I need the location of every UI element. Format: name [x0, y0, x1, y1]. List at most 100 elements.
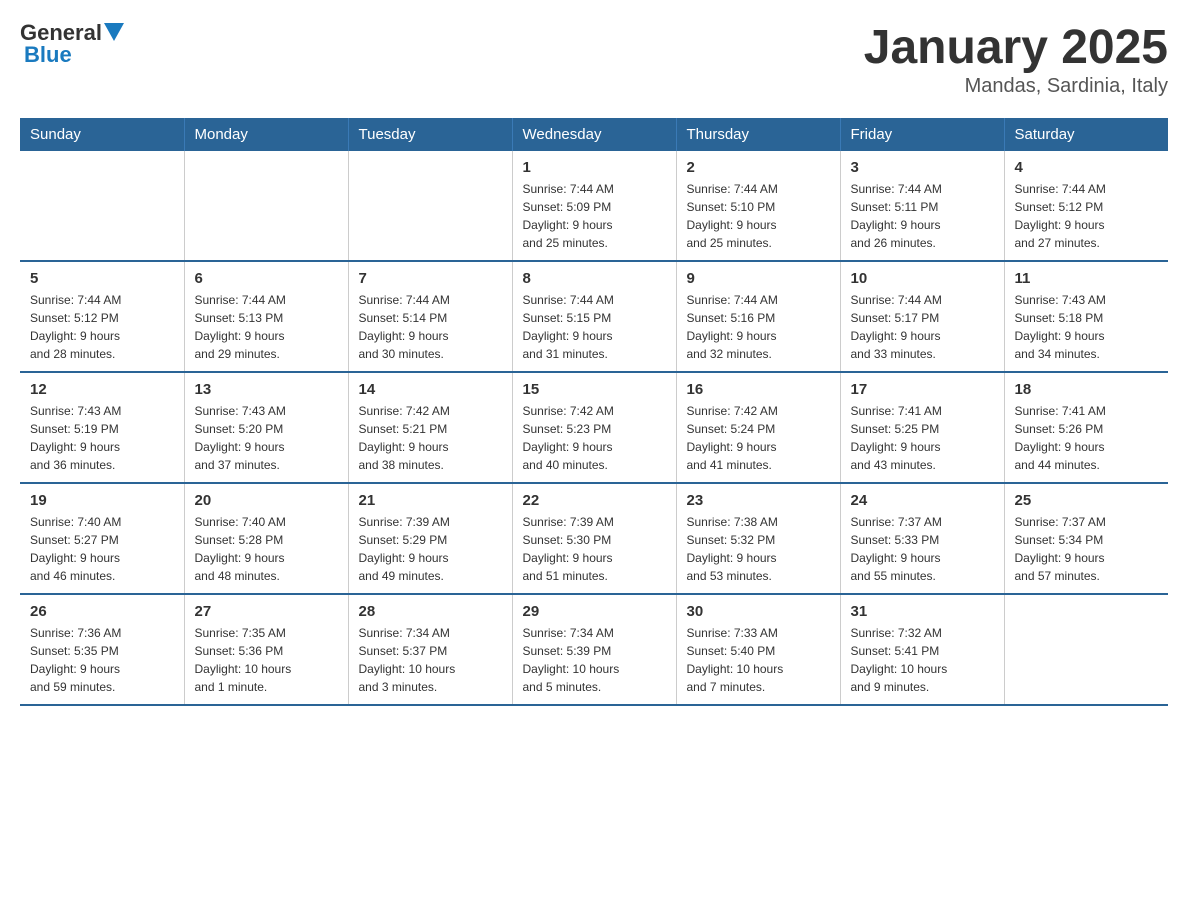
day-number: 10	[851, 270, 994, 287]
header-saturday: Saturday	[1004, 118, 1168, 151]
day-number: 8	[523, 270, 666, 287]
calendar-day-27: 27 Sunrise: 7:35 AMSunset: 5:36 PMDayligh…	[184, 594, 348, 705]
day-info: Sunrise: 7:37 AMSunset: 5:34 PMDaylight:…	[1015, 513, 1159, 585]
day-info: Sunrise: 7:44 AMSunset: 5:15 PMDaylight:…	[523, 291, 666, 363]
day-info: Sunrise: 7:35 AMSunset: 5:36 PMDaylight:…	[195, 624, 338, 696]
calendar-day-20: 20 Sunrise: 7:40 AMSunset: 5:28 PMDayligh…	[184, 483, 348, 594]
day-number: 15	[523, 381, 666, 398]
calendar-day-24: 24 Sunrise: 7:37 AMSunset: 5:33 PMDayligh…	[840, 483, 1004, 594]
day-info: Sunrise: 7:42 AMSunset: 5:24 PMDaylight:…	[687, 402, 830, 474]
calendar-empty-cell	[184, 151, 348, 261]
day-number: 2	[687, 159, 830, 176]
calendar-day-17: 17 Sunrise: 7:41 AMSunset: 5:25 PMDayligh…	[840, 372, 1004, 483]
day-info: Sunrise: 7:40 AMSunset: 5:28 PMDaylight:…	[195, 513, 338, 585]
header-tuesday: Tuesday	[348, 118, 512, 151]
calendar-empty-cell	[20, 151, 184, 261]
calendar-day-4: 4Sunrise: 7:44 AMSunset: 5:12 PMDaylight…	[1004, 151, 1168, 261]
calendar-day-30: 30 Sunrise: 7:33 AMSunset: 5:40 PMDayligh…	[676, 594, 840, 705]
day-info: Sunrise: 7:41 AMSunset: 5:26 PMDaylight:…	[1015, 402, 1159, 474]
header-sunday: Sunday	[20, 118, 184, 151]
calendar-week-1: 1Sunrise: 7:44 AMSunset: 5:09 PMDaylight…	[20, 151, 1168, 261]
day-info: Sunrise: 7:44 AMSunset: 5:17 PMDaylight:…	[851, 291, 994, 363]
title-block: January 2025 Mandas, Sardinia, Italy	[864, 20, 1168, 98]
day-number: 26	[30, 603, 174, 620]
calendar-day-12: 12 Sunrise: 7:43 AMSunset: 5:19 PMDayligh…	[20, 372, 184, 483]
logo-arrow-icon	[104, 23, 124, 43]
day-number: 3	[851, 159, 994, 176]
calendar-day-31: 31Sunrise: 7:32 AMSunset: 5:41 PMDayligh…	[840, 594, 1004, 705]
calendar-empty-cell	[348, 151, 512, 261]
day-info: Sunrise: 7:44 AMSunset: 5:10 PMDaylight:…	[687, 180, 830, 252]
day-number: 28	[359, 603, 502, 620]
calendar-week-5: 26Sunrise: 7:36 AMSunset: 5:35 PMDayligh…	[20, 594, 1168, 705]
day-number: 13	[195, 381, 338, 398]
day-number: 27	[195, 603, 338, 620]
day-info: Sunrise: 7:33 AMSunset: 5:40 PMDaylight:…	[687, 624, 830, 696]
day-number: 19	[30, 492, 174, 509]
calendar-week-3: 12 Sunrise: 7:43 AMSunset: 5:19 PMDayligh…	[20, 372, 1168, 483]
calendar-day-1: 1Sunrise: 7:44 AMSunset: 5:09 PMDaylight…	[512, 151, 676, 261]
day-number: 9	[687, 270, 830, 287]
day-info: Sunrise: 7:43 AMSunset: 5:19 PMDaylight:…	[30, 402, 174, 474]
calendar-week-4: 19 Sunrise: 7:40 AMSunset: 5:27 PMDayligh…	[20, 483, 1168, 594]
calendar-day-10: 10 Sunrise: 7:44 AMSunset: 5:17 PMDayligh…	[840, 261, 1004, 372]
day-info: Sunrise: 7:34 AMSunset: 5:37 PMDaylight:…	[359, 624, 502, 696]
calendar-header-row: SundayMondayTuesdayWednesdayThursdayFrid…	[20, 118, 1168, 151]
page-header: General Blue January 2025 Mandas, Sardin…	[20, 20, 1168, 98]
calendar-day-8: 8 Sunrise: 7:44 AMSunset: 5:15 PMDaylight…	[512, 261, 676, 372]
calendar-day-13: 13 Sunrise: 7:43 AMSunset: 5:20 PMDayligh…	[184, 372, 348, 483]
day-number: 14	[359, 381, 502, 398]
day-number: 12	[30, 381, 174, 398]
calendar-day-7: 7 Sunrise: 7:44 AMSunset: 5:14 PMDaylight…	[348, 261, 512, 372]
day-number: 20	[195, 492, 338, 509]
day-info: Sunrise: 7:41 AMSunset: 5:25 PMDaylight:…	[851, 402, 994, 474]
day-info: Sunrise: 7:34 AMSunset: 5:39 PMDaylight:…	[523, 624, 666, 696]
calendar-day-6: 6 Sunrise: 7:44 AMSunset: 5:13 PMDaylight…	[184, 261, 348, 372]
calendar-day-29: 29 Sunrise: 7:34 AMSunset: 5:39 PMDayligh…	[512, 594, 676, 705]
day-number: 23	[687, 492, 830, 509]
day-info: Sunrise: 7:44 AMSunset: 5:14 PMDaylight:…	[359, 291, 502, 363]
day-info: Sunrise: 7:44 AMSunset: 5:11 PMDaylight:…	[851, 180, 994, 252]
day-info: Sunrise: 7:44 AMSunset: 5:12 PMDaylight:…	[30, 291, 174, 363]
day-info: Sunrise: 7:40 AMSunset: 5:27 PMDaylight:…	[30, 513, 174, 585]
location-subtitle: Mandas, Sardinia, Italy	[864, 75, 1168, 98]
day-number: 29	[523, 603, 666, 620]
day-info: Sunrise: 7:43 AMSunset: 5:18 PMDaylight:…	[1015, 291, 1159, 363]
calendar-day-11: 11 Sunrise: 7:43 AMSunset: 5:18 PMDayligh…	[1004, 261, 1168, 372]
day-number: 4	[1015, 159, 1159, 176]
calendar-week-2: 5Sunrise: 7:44 AMSunset: 5:12 PMDaylight…	[20, 261, 1168, 372]
calendar-day-9: 9 Sunrise: 7:44 AMSunset: 5:16 PMDaylight…	[676, 261, 840, 372]
day-info: Sunrise: 7:38 AMSunset: 5:32 PMDaylight:…	[687, 513, 830, 585]
day-number: 7	[359, 270, 502, 287]
day-number: 22	[523, 492, 666, 509]
day-number: 11	[1015, 270, 1159, 287]
day-info: Sunrise: 7:44 AMSunset: 5:09 PMDaylight:…	[523, 180, 666, 252]
day-number: 17	[851, 381, 994, 398]
header-monday: Monday	[184, 118, 348, 151]
calendar-day-23: 23 Sunrise: 7:38 AMSunset: 5:32 PMDayligh…	[676, 483, 840, 594]
day-number: 24	[851, 492, 994, 509]
day-info: Sunrise: 7:39 AMSunset: 5:29 PMDaylight:…	[359, 513, 502, 585]
day-info: Sunrise: 7:42 AMSunset: 5:23 PMDaylight:…	[523, 402, 666, 474]
day-number: 30	[687, 603, 830, 620]
day-info: Sunrise: 7:37 AMSunset: 5:33 PMDaylight:…	[851, 513, 994, 585]
calendar-day-26: 26Sunrise: 7:36 AMSunset: 5:35 PMDayligh…	[20, 594, 184, 705]
calendar-day-3: 3 Sunrise: 7:44 AMSunset: 5:11 PMDaylight…	[840, 151, 1004, 261]
logo: General Blue	[20, 20, 124, 68]
day-info: Sunrise: 7:44 AMSunset: 5:13 PMDaylight:…	[195, 291, 338, 363]
day-info: Sunrise: 7:43 AMSunset: 5:20 PMDaylight:…	[195, 402, 338, 474]
calendar-day-5: 5Sunrise: 7:44 AMSunset: 5:12 PMDaylight…	[20, 261, 184, 372]
calendar-day-18: 18 Sunrise: 7:41 AMSunset: 5:26 PMDayligh…	[1004, 372, 1168, 483]
calendar-empty-cell	[1004, 594, 1168, 705]
calendar-day-2: 2 Sunrise: 7:44 AMSunset: 5:10 PMDaylight…	[676, 151, 840, 261]
calendar-day-14: 14Sunrise: 7:42 AMSunset: 5:21 PMDayligh…	[348, 372, 512, 483]
day-number: 18	[1015, 381, 1159, 398]
calendar-day-25: 25Sunrise: 7:37 AMSunset: 5:34 PMDayligh…	[1004, 483, 1168, 594]
calendar-day-16: 16Sunrise: 7:42 AMSunset: 5:24 PMDayligh…	[676, 372, 840, 483]
calendar-day-22: 22Sunrise: 7:39 AMSunset: 5:30 PMDayligh…	[512, 483, 676, 594]
day-info: Sunrise: 7:44 AMSunset: 5:16 PMDaylight:…	[687, 291, 830, 363]
calendar-day-19: 19 Sunrise: 7:40 AMSunset: 5:27 PMDayligh…	[20, 483, 184, 594]
header-thursday: Thursday	[676, 118, 840, 151]
day-number: 6	[195, 270, 338, 287]
calendar-day-15: 15 Sunrise: 7:42 AMSunset: 5:23 PMDayligh…	[512, 372, 676, 483]
